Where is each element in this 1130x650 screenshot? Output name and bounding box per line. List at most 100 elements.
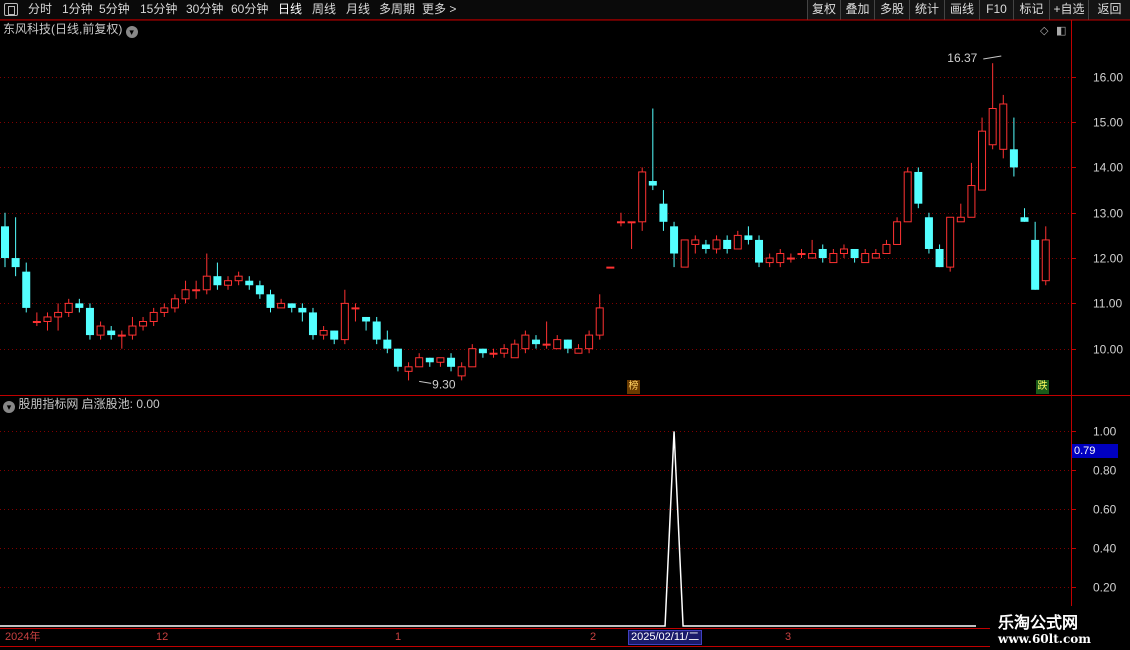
candle-body xyxy=(670,226,679,254)
candle-body xyxy=(107,330,116,336)
candle-body xyxy=(308,312,317,336)
candle-body xyxy=(160,307,169,313)
candle-body xyxy=(54,311,63,318)
candle-body xyxy=(978,130,987,191)
candle-body xyxy=(96,325,105,336)
candle-body xyxy=(776,253,785,264)
date-tick-label: 3 xyxy=(785,631,792,643)
candle-body xyxy=(829,253,838,264)
candle-body xyxy=(712,239,721,250)
candle-body xyxy=(192,289,201,292)
candle-body xyxy=(404,366,413,372)
candle-body xyxy=(532,339,540,345)
candle-body xyxy=(574,348,583,354)
indicator-line xyxy=(0,431,976,627)
high-price-label: 16.37 xyxy=(947,51,977,65)
candle-body xyxy=(903,171,912,223)
price-tick-label: 10.00 xyxy=(1093,343,1123,357)
candle-body xyxy=(701,244,710,249)
candle-body xyxy=(563,339,572,349)
candle-body xyxy=(595,307,604,336)
candle-body xyxy=(797,253,806,256)
candle-body xyxy=(436,357,445,363)
candle-body xyxy=(839,248,848,255)
candle-body xyxy=(213,276,222,286)
candle-body xyxy=(372,321,381,340)
candle-body xyxy=(946,216,955,268)
indicator-tick-label: 0.20 xyxy=(1093,581,1117,595)
candle-body xyxy=(266,294,275,308)
candle-body xyxy=(149,311,158,322)
candle-body xyxy=(11,258,20,268)
date-tick-label: 2 xyxy=(590,631,597,643)
candle-body xyxy=(425,357,434,363)
candle-body xyxy=(914,171,923,204)
price-tick-label: 14.00 xyxy=(1093,161,1123,175)
candle-body xyxy=(139,320,148,327)
candle-body xyxy=(1,226,9,259)
price-tick-label: 16.00 xyxy=(1093,71,1123,85)
candle-body xyxy=(988,108,997,146)
candle-body xyxy=(627,221,636,224)
candle-body xyxy=(723,239,732,249)
candle-body xyxy=(680,239,689,268)
candle-body xyxy=(1031,239,1040,290)
candle-body xyxy=(638,171,647,223)
candle-body xyxy=(755,239,764,263)
candle-body xyxy=(861,253,870,264)
candle-body xyxy=(744,235,753,240)
candle-body xyxy=(457,366,466,377)
indicator-tick-label: 1.00 xyxy=(1093,425,1117,439)
candle-body xyxy=(510,343,519,359)
candle-body xyxy=(32,320,41,323)
candle-body xyxy=(882,243,891,255)
drop-tag[interactable]: 跌 xyxy=(1036,380,1049,394)
candle-body xyxy=(287,303,296,308)
candle-body xyxy=(447,357,456,367)
candle-body xyxy=(585,334,594,350)
candle-body xyxy=(818,248,827,259)
candle-body xyxy=(765,257,774,264)
candle-body xyxy=(871,253,880,259)
indicator-tick-label: 0.60 xyxy=(1093,503,1117,517)
date-tick-label: 1 xyxy=(395,631,402,643)
candle-body xyxy=(22,271,31,308)
candle-body xyxy=(691,239,700,245)
candle-body xyxy=(478,348,487,354)
candle-body xyxy=(468,348,477,368)
candle-body xyxy=(648,181,657,186)
candle-body xyxy=(956,216,965,223)
rank-tag[interactable]: 榜 xyxy=(627,380,640,394)
candle-body xyxy=(606,266,615,269)
candle-body xyxy=(224,280,233,286)
indicator-tick-label: 0.80 xyxy=(1093,464,1117,478)
candle-body xyxy=(255,285,264,295)
candle-body xyxy=(340,302,349,341)
candle-body xyxy=(362,316,371,322)
watermark-url: www.60lt.com xyxy=(998,632,1091,646)
candle-body xyxy=(500,348,509,354)
candle-body xyxy=(393,348,402,367)
candle-body xyxy=(999,103,1008,150)
candle-body xyxy=(351,307,360,310)
candle-body xyxy=(415,357,424,368)
candle-body xyxy=(85,307,94,336)
candle-body xyxy=(553,339,562,350)
candle-body xyxy=(202,275,211,291)
candle-body xyxy=(75,303,84,308)
candle-body xyxy=(1009,149,1018,168)
candle-body xyxy=(43,316,52,322)
candle-body xyxy=(128,325,137,336)
candle-body xyxy=(1020,217,1029,222)
cursor-date: 2025/02/11/二 xyxy=(628,630,703,645)
candle-body xyxy=(298,307,307,313)
candle-body xyxy=(181,289,190,300)
low-marker-arrow xyxy=(419,380,432,384)
candle-body xyxy=(659,203,668,222)
candle-body xyxy=(521,334,530,350)
indicator-tick-label: 0.40 xyxy=(1093,542,1117,556)
candle-body xyxy=(1041,239,1050,282)
candle-body xyxy=(967,185,976,218)
candle-body xyxy=(935,248,944,268)
candle-body xyxy=(893,221,902,245)
